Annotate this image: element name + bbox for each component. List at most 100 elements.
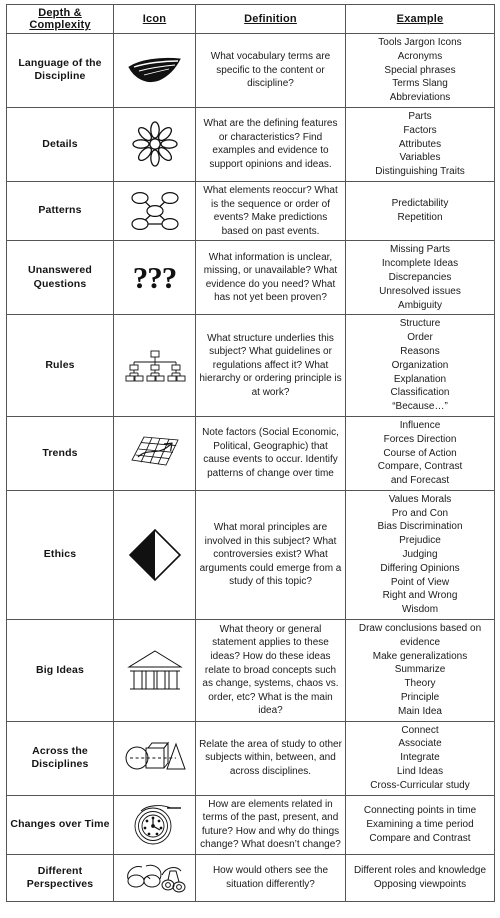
concept-label: Different Perspectives [6, 854, 114, 902]
trend-grid-arrow-icon [117, 433, 192, 473]
example-item: Connecting points in time [363, 805, 477, 817]
icon-cell [113, 794, 196, 856]
example-item: Main Idea [398, 705, 442, 717]
example-list: Structure Order Reasons Organization Exp… [345, 314, 495, 417]
table-row: Trends Note factors (Social Economic, Po… [6, 415, 495, 491]
table-body: Language of the Discipline What vocabula… [6, 33, 495, 902]
example-item: Reasons [400, 345, 440, 357]
concept-label: Trends [6, 415, 114, 491]
example-item: Predictability [391, 198, 449, 210]
definition-text: What information is unclear, missing, or… [195, 240, 346, 316]
icon-cell [113, 854, 196, 902]
example-list: Draw conclusions based on evidence Make … [345, 619, 495, 722]
example-item: Integrate [400, 752, 440, 764]
example-item: Missing Parts [389, 244, 450, 256]
example-item: Values Morals [388, 493, 452, 505]
icon-cell [113, 33, 196, 108]
column-header-definition: Definition [195, 4, 346, 34]
example-item: Special phrases [384, 64, 456, 76]
table-row: Rules What structure underlies this subj… [6, 314, 495, 417]
example-item: Prejudice [399, 535, 441, 547]
lips-icon [117, 55, 192, 85]
example-item: Principle [400, 692, 440, 704]
definition-text: Relate the area of study to other subjec… [195, 720, 346, 796]
table-row: Big Ideas What theory or general stateme… [6, 619, 495, 722]
example-list: Influence Forces Direction Course of Act… [345, 415, 495, 491]
example-item: Draw conclusions based on evidence [358, 623, 482, 648]
icon-cell [113, 180, 196, 242]
example-item: Distinguishing Traits [375, 166, 465, 178]
example-item: Right and Wrong [382, 590, 458, 602]
concept-label: Unanswered Questions [6, 240, 114, 316]
definition-text: How would others see the situation diffe… [195, 854, 346, 902]
example-list: Values Morals Pro and Con Bias Discrimin… [345, 489, 495, 621]
example-list: Parts Factors Attributes Variables Disti… [345, 106, 495, 182]
icon-cell [113, 489, 196, 621]
example-item: Point of View [390, 576, 450, 588]
glasses-binoculars-icon [117, 857, 192, 899]
example-item: Factors [403, 124, 437, 136]
clock-spiral-icon [117, 802, 192, 848]
example-item: Classification [390, 387, 450, 399]
example-item: Forces Direction [383, 433, 457, 445]
icon-cell [113, 619, 196, 722]
example-item: Wisdom [401, 604, 439, 616]
example-list: Connecting points in time Examining a ti… [345, 794, 495, 856]
example-item: Different roles and knowledge [353, 865, 487, 877]
column-header-icon: Icon [113, 4, 196, 34]
concept-label: Language of the Discipline [6, 33, 114, 108]
table-row: Details What are the defining features o… [6, 106, 495, 182]
icon-cell [113, 720, 196, 796]
icon-cell: ??? [113, 240, 196, 316]
concept-label: Details [6, 106, 114, 182]
example-item: Opposing viewpoints [373, 879, 467, 890]
concept-label: Changes over Time [6, 794, 114, 856]
icon-cell [113, 106, 196, 182]
concept-label: Patterns [6, 180, 114, 242]
concept-label: Big Ideas [6, 619, 114, 722]
column-header-depth-complexity: Depth & Complexity [6, 4, 114, 34]
example-item: Associate [398, 738, 442, 750]
example-item: Structure [399, 318, 441, 330]
example-item: Summarize [394, 664, 446, 676]
example-item: Pro and Con [391, 507, 449, 519]
example-item: Order [407, 332, 433, 344]
example-item: Terms Slang [392, 78, 448, 90]
definition-text: What structure underlies this subject? W… [195, 314, 346, 417]
example-list: Predictability Repetition [345, 180, 495, 242]
depth-complexity-chart: Depth & Complexity Icon Definition Examp… [0, 0, 500, 918]
example-item: Variables [399, 152, 441, 164]
example-item: Tools Jargon Icons [378, 37, 462, 48]
example-item: “Because…” [392, 401, 448, 413]
definition-text: Note factors (Social Economic, Political… [195, 415, 346, 491]
greek-temple-icon [117, 647, 192, 693]
definition-text: What elements reoccur? What is the seque… [195, 180, 346, 242]
example-item: Organization [391, 359, 449, 371]
example-item: Examining a time period [366, 818, 474, 830]
icon-cell [113, 314, 196, 417]
example-item: Course of Action [383, 447, 457, 459]
question-marks-icon: ??? [117, 262, 192, 293]
example-item: Differing Opinions [380, 562, 460, 574]
table-row: Language of the Discipline What vocabula… [6, 33, 495, 108]
table-row: Ethics What moral principles are involve… [6, 489, 495, 621]
example-item: Incomplete Ideas [381, 258, 459, 270]
concept-label: Across the Disciplines [6, 720, 114, 796]
example-list: Tools Jargon Icons Acronyms Special phra… [345, 33, 495, 108]
definition-text: What moral principles are involved in th… [195, 489, 346, 621]
table-header: Depth & Complexity Icon Definition Examp… [6, 4, 495, 34]
example-item: and Forecast [390, 475, 450, 487]
example-item: Abbreviations [389, 92, 451, 104]
linked-shapes-icon [117, 739, 192, 777]
example-item: Connect [401, 724, 439, 736]
example-item: Discrepancies [388, 271, 452, 283]
example-item: Acronyms [397, 50, 443, 62]
header-row: Depth & Complexity Icon Definition Examp… [6, 4, 495, 34]
definition-text: What vocabulary terms are specific to th… [195, 33, 346, 108]
example-item: Repetition [397, 212, 443, 224]
example-item: Attributes [398, 138, 442, 150]
concept-label: Rules [6, 314, 114, 417]
example-item: Judging [402, 549, 438, 561]
definition-text: What theory or general statement applies… [195, 619, 346, 722]
example-item: Cross-Curricular study [370, 779, 470, 791]
